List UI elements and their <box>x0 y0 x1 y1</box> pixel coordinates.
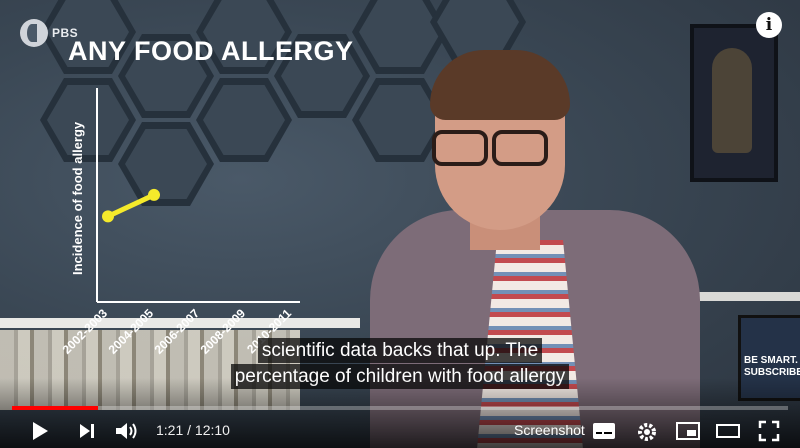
screenshot-label[interactable]: Screenshot <box>514 422 585 438</box>
settings-button[interactable]: HD <box>636 420 660 442</box>
progress-fill <box>12 406 99 410</box>
theater-icon[interactable] <box>716 422 740 440</box>
progress-bar[interactable] <box>12 406 788 410</box>
volume-icon[interactable] <box>114 420 140 442</box>
time-display: 1:21 / 12:10 <box>156 422 230 438</box>
control-bar: 1:21 / 12:10 Screenshot HD <box>0 414 800 448</box>
y-axis-label: Incidence of food allergy <box>70 121 85 275</box>
video-player[interactable]: PBS ANY FOOD ALLERGY i Incidence of food… <box>0 0 800 448</box>
fullscreen-icon[interactable] <box>758 420 780 442</box>
series-point <box>102 210 114 223</box>
caption-text-1: scientific data backs that up. The <box>257 338 543 363</box>
miniplayer-icon[interactable] <box>676 422 700 440</box>
caption-line-1: scientific data backs that up. The <box>0 338 800 364</box>
series-point <box>148 188 160 201</box>
next-icon[interactable] <box>78 422 96 440</box>
play-icon[interactable] <box>30 420 50 442</box>
subtitles-icon[interactable] <box>592 422 616 440</box>
series-line <box>106 192 156 219</box>
settings-icon <box>638 423 656 441</box>
